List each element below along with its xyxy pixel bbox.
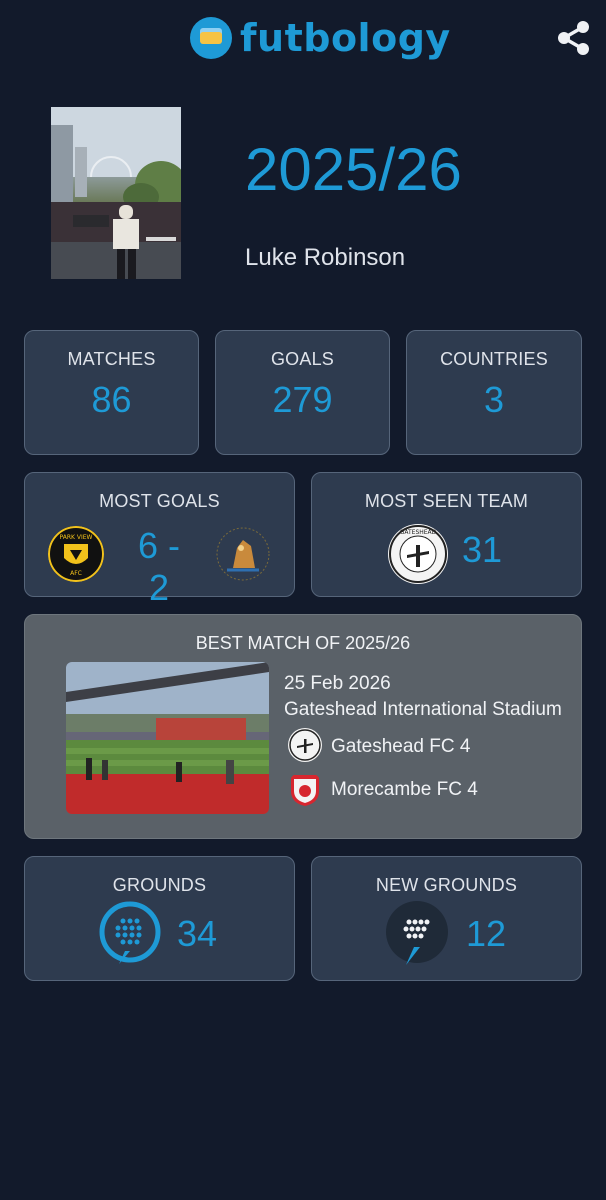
grounds-label: GROUNDS bbox=[112, 875, 207, 895]
most-seen-team-card[interactable]: MOST SEEN TEAM GATESHEAD 31 bbox=[311, 472, 582, 597]
best-match-date: 25 Feb 2026 bbox=[284, 673, 391, 694]
best-match-venue: Gateshead International Stadium bbox=[284, 699, 562, 720]
gateshead-crest-icon: GATESHEAD bbox=[388, 524, 448, 584]
app-name: futbology bbox=[240, 16, 451, 60]
park-view-crest-text: PARK VIEW bbox=[60, 534, 93, 541]
new-grounds-card[interactable]: NEW GROUNDS 12 bbox=[311, 856, 582, 981]
gateshead-small-crest-icon bbox=[288, 728, 322, 762]
goals-label: GOALS bbox=[270, 349, 335, 369]
opponent-crest-icon bbox=[216, 527, 270, 581]
countries-value: 3 bbox=[483, 379, 505, 420]
park-view-crest-subtext: AFC bbox=[70, 570, 82, 577]
gateshead-crest-text: GATESHEAD bbox=[400, 529, 437, 536]
most-seen-team-count: 31 bbox=[462, 529, 503, 570]
best-match-photo[interactable] bbox=[66, 662, 269, 814]
matches-value: 86 bbox=[91, 379, 132, 420]
season-title: 2025/26 bbox=[245, 136, 462, 203]
morecambe-crest-icon bbox=[291, 775, 319, 806]
grounds-card[interactable]: GROUNDS 34 bbox=[24, 856, 295, 981]
share-icon[interactable] bbox=[554, 18, 594, 58]
park-view-crest-icon: PARK VIEW AFC bbox=[48, 526, 104, 582]
most-goals-label: MOST GOALS bbox=[99, 491, 220, 511]
logo-icon bbox=[190, 17, 232, 59]
new-grounds-value: 12 bbox=[466, 913, 507, 954]
new-stadium-pin-icon bbox=[386, 901, 448, 965]
stadium-pin-icon bbox=[99, 901, 161, 964]
app-header: futbology bbox=[0, 0, 606, 80]
best-match-away-team: Morecambe FC 4 bbox=[331, 779, 478, 800]
best-match-home-team: Gateshead FC 4 bbox=[331, 736, 471, 757]
matches-label: MATCHES bbox=[67, 349, 156, 369]
goals-value: 279 bbox=[272, 379, 333, 420]
app-logo: futbology bbox=[190, 16, 451, 60]
user-name: Luke Robinson bbox=[245, 244, 406, 271]
matches-card[interactable]: MATCHES 86 bbox=[24, 330, 199, 455]
countries-label: COUNTRIES bbox=[440, 349, 548, 369]
grounds-value: 34 bbox=[177, 913, 218, 954]
most-goals-score: 6 - 2 bbox=[137, 525, 180, 608]
countries-card[interactable]: COUNTRIES 3 bbox=[406, 330, 582, 455]
most-seen-team-label: MOST SEEN TEAM bbox=[364, 491, 529, 511]
profile-photo[interactable] bbox=[51, 107, 181, 279]
most-goals-card[interactable]: MOST GOALS PARK VIEW AFC 6 - 2 bbox=[24, 472, 295, 608]
best-match-card[interactable]: BEST MATCH OF 2025/26 25 Feb 2026 Gatesh… bbox=[24, 614, 582, 839]
new-grounds-label: NEW GROUNDS bbox=[375, 875, 518, 895]
best-match-title: BEST MATCH OF 2025/26 bbox=[195, 633, 411, 653]
goals-card[interactable]: GOALS 279 bbox=[215, 330, 390, 455]
